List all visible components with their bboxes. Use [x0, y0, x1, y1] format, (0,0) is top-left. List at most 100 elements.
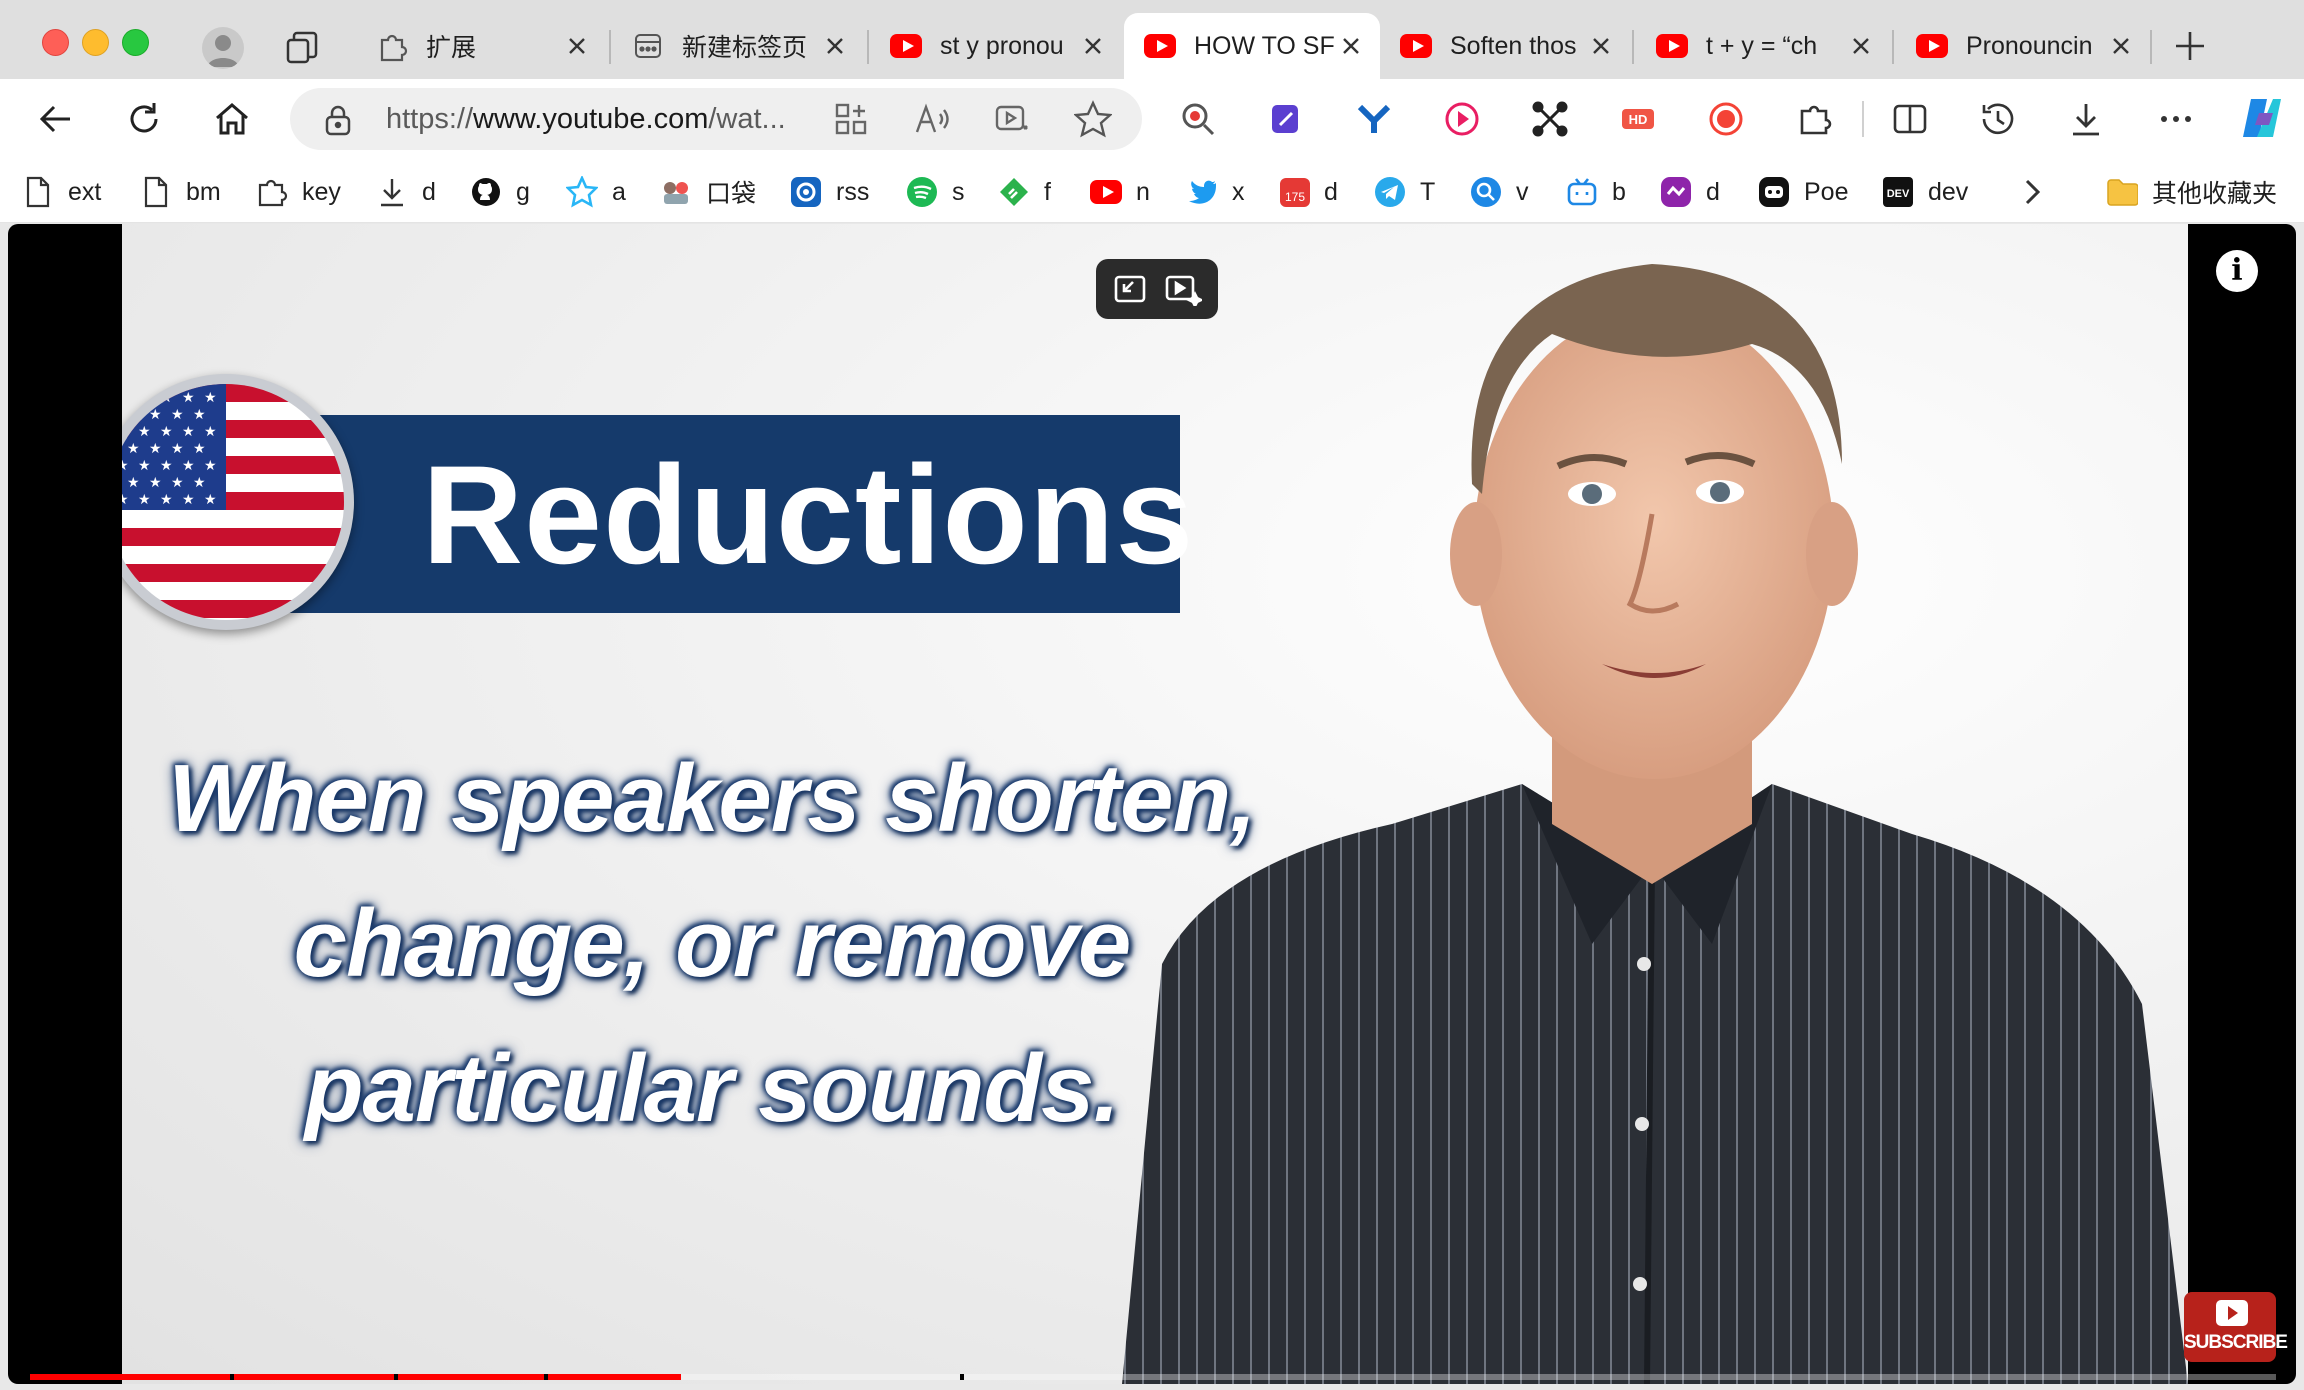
bookmark-item[interactable]: 口袋 [660, 172, 756, 212]
tab-title: st y pronou [940, 31, 1064, 60]
bookmark-item[interactable]: g [470, 172, 530, 212]
puzzle-icon [376, 30, 408, 62]
bookmark-item[interactable]: d [376, 172, 436, 212]
chapter-marker [230, 1374, 234, 1380]
extensions-puzzle-icon[interactable] [1792, 97, 1836, 141]
favorite-star-icon[interactable] [1073, 100, 1113, 143]
copilot-icon[interactable] [2236, 93, 2288, 143]
dev-icon: DEV [1882, 176, 1914, 208]
zoom-magnifier-icon[interactable] [1176, 97, 1220, 141]
bilibili-icon [1566, 176, 1598, 208]
bookmark-item[interactable]: 175 d [1278, 172, 1338, 212]
home-icon[interactable] [210, 97, 254, 141]
bookmark-item[interactable]: n [1090, 172, 1150, 212]
history-icon[interactable] [1976, 97, 2020, 141]
tab-youtube-active[interactable]: HOW TO SF [1124, 13, 1380, 79]
flag-star-icon: ★ [127, 474, 140, 490]
profile-avatar-icon[interactable] [202, 27, 244, 69]
app-available-icon[interactable] [834, 102, 868, 141]
youtube-icon [1656, 30, 1688, 62]
tab-extensions[interactable]: 扩展 [356, 13, 606, 79]
close-icon[interactable] [1078, 31, 1108, 61]
subscribe-watermark[interactable]: SUBSCRIBE [2184, 1292, 2288, 1362]
new-tab-plus-icon[interactable] [2170, 26, 2210, 66]
close-icon[interactable] [820, 31, 850, 61]
bookmark-item[interactable]: s [906, 172, 965, 212]
youtube-icon [1090, 176, 1122, 208]
bookmark-item[interactable]: bm [140, 172, 221, 212]
bookmark-item[interactable]: a [566, 172, 626, 212]
info-icon[interactable]: i [2216, 250, 2258, 292]
chapter-marker [544, 1374, 548, 1380]
split-screen-icon[interactable] [1888, 97, 1932, 141]
close-icon[interactable] [2106, 31, 2136, 61]
bookmark-item[interactable]: ext [22, 172, 101, 212]
network-nodes-icon[interactable] [1528, 97, 1572, 141]
bookmarks-bar: ext bm key d g a 口袋 rss s f n x 175 d T … [0, 162, 2304, 223]
poe-icon [1758, 176, 1790, 208]
close-icon[interactable] [1846, 31, 1876, 61]
flag-star-icon: ★ [127, 440, 140, 456]
workspaces-icon[interactable] [284, 28, 324, 68]
bookmark-item[interactable]: DEV dev [1882, 172, 1968, 212]
download-icon[interactable] [2064, 97, 2108, 141]
bookmark-item[interactable]: v [1470, 172, 1529, 212]
video-sparkle-icon[interactable] [1162, 269, 1204, 309]
close-icon[interactable] [1336, 31, 1366, 61]
more-ellipsis-icon[interactable] [2154, 97, 2198, 141]
chapter-marker [394, 1374, 398, 1380]
address-bar[interactable]: https://www.youtube.com/wat... [290, 88, 1142, 150]
bookmark-item[interactable]: d [1660, 172, 1720, 212]
tab-separator [2150, 30, 2152, 64]
bookmark-item[interactable]: T [1374, 172, 1435, 212]
video-frame: Reductions ★ ★ ★ ★ ★ ★ ★ ★ ★ ★ ★ ★ ★ ★ ★ ★ ★ ★ ★ ★ ★ ★ ★ ★ ★ ★ ★ ★ ★… [122, 224, 2188, 1384]
tab-new-tab[interactable]: 新建标签页 [612, 13, 864, 79]
window-minimize-button[interactable] [82, 29, 109, 56]
telegram-icon [1374, 176, 1406, 208]
tab-youtube[interactable]: st y pronou [870, 13, 1122, 79]
close-icon[interactable] [562, 31, 592, 61]
bookmark-item[interactable]: f [998, 172, 1051, 212]
flag-star-icon: ★ [138, 389, 151, 405]
twitter-icon [1186, 176, 1218, 208]
bookmark-item[interactable]: rss [790, 172, 869, 212]
flag-star-icon: ★ [171, 406, 184, 422]
read-aloud-icon[interactable] [914, 102, 950, 141]
tab-title: HOW TO SF [1194, 31, 1335, 60]
bookmark-item[interactable]: x [1186, 172, 1245, 212]
reload-icon[interactable] [122, 97, 166, 141]
flag-star-icon: ★ [182, 423, 195, 439]
bookmark-folder-other[interactable]: 其他收藏夹 [2106, 172, 2277, 212]
flag-star-icon: ★ [122, 491, 129, 507]
bookmark-item[interactable]: Poe [1758, 172, 1848, 212]
close-icon[interactable] [1586, 31, 1616, 61]
hd-badge-icon[interactable]: HD [1616, 97, 1660, 141]
window-zoom-button[interactable] [122, 29, 149, 56]
flag-star-icon: ★ [149, 474, 162, 490]
video-ai-icon[interactable] [994, 102, 1030, 141]
file-icon [22, 176, 54, 208]
tab-youtube[interactable]: t + y = “ch [1636, 13, 1890, 79]
media-play-icon[interactable] [1440, 97, 1484, 141]
exit-window-icon[interactable] [1110, 269, 1152, 309]
flag-star-icon: ★ [160, 389, 173, 405]
flag-star-icon: ★ [149, 440, 162, 456]
flag-star-icon: ★ [122, 389, 129, 405]
progress-played [30, 1374, 682, 1380]
progress-bar[interactable] [30, 1374, 2276, 1380]
tab-separator [609, 30, 611, 64]
vpn-y-icon[interactable] [1352, 97, 1396, 141]
window-close-button[interactable] [42, 29, 69, 56]
bookmark-item[interactable]: key [256, 172, 341, 212]
flag-star-icon: ★ [160, 457, 173, 473]
bookmarks-overflow-chevron-icon[interactable] [2016, 172, 2048, 212]
video-player[interactable]: Reductions ★ ★ ★ ★ ★ ★ ★ ★ ★ ★ ★ ★ ★ ★ ★ ★ ★ ★ ★ ★ ★ ★ ★ ★ ★ ★ ★ ★ ★… [8, 224, 2296, 1384]
flag-star-icon: ★ [127, 406, 140, 422]
tab-youtube[interactable]: Pronouncin [1896, 13, 2150, 79]
note-edit-icon[interactable] [1264, 97, 1308, 141]
record-icon[interactable] [1704, 97, 1748, 141]
tab-youtube[interactable]: Soften thos [1380, 13, 1630, 79]
bookmark-item[interactable]: b [1566, 172, 1626, 212]
back-arrow-icon[interactable] [34, 97, 78, 141]
tab-title: 新建标签页 [682, 34, 808, 62]
